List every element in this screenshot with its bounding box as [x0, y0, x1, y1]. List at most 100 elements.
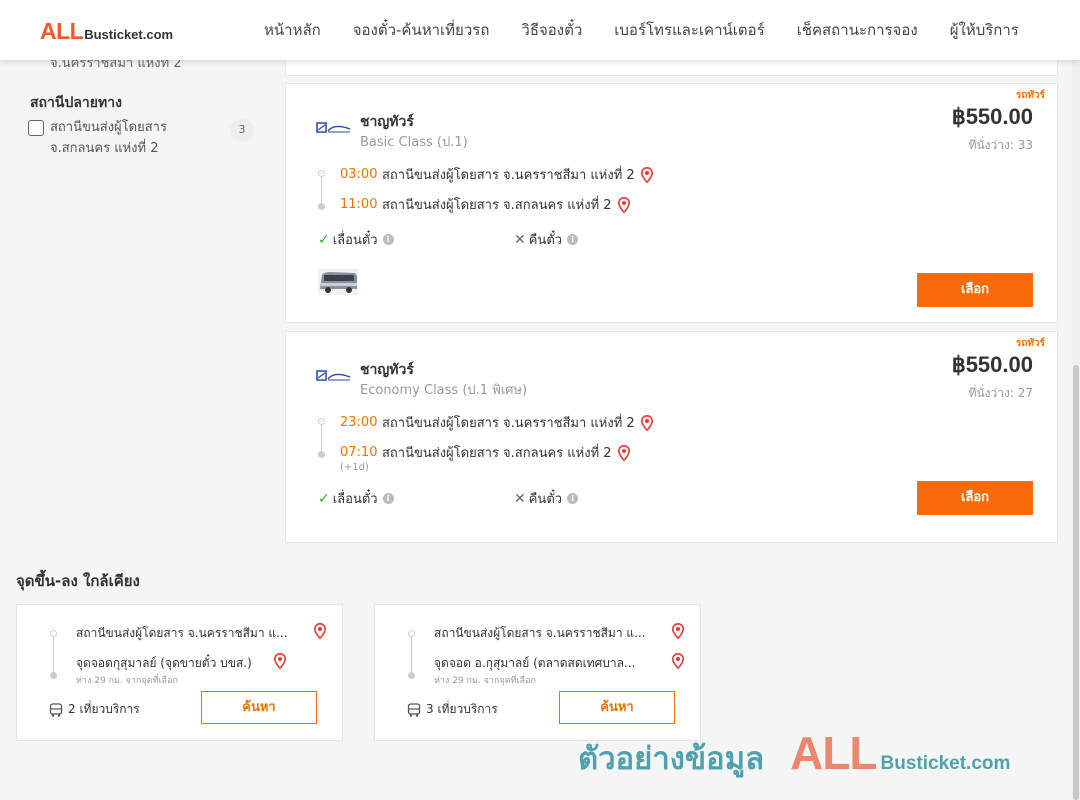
nav-home[interactable]: หน้าหลัก	[248, 18, 337, 42]
nav-how-to-book[interactable]: วิธีจองตั๋ว	[505, 18, 598, 42]
nearby-card: สถานีขนส่งผู้โดยสาร จ.นครราชสีมา แ... จุ…	[16, 604, 343, 741]
seats-available: ที่นั่งว่าง: 33	[968, 138, 1033, 152]
map-pin-icon[interactable]	[314, 623, 326, 639]
map-pin-icon[interactable]	[640, 414, 653, 431]
nearby-from-station: สถานีขนส่งผู้โดยสาร จ.นครราชสีมา แ...	[76, 626, 288, 640]
result-card: รถทัวร์ ชาญทัวร์ Basic Class (ป.1) ฿550.…	[285, 83, 1058, 323]
bus-class: Economy Class (ป.1 พิเศษ)	[360, 383, 528, 398]
postpone-policy: ✓ เลื่อนตั๋ว i	[318, 488, 394, 509]
site-logo[interactable]: ALL Busticket.com	[40, 18, 173, 45]
timeline-start-dot	[318, 418, 325, 425]
info-icon[interactable]: i	[567, 234, 579, 245]
map-pin-icon[interactable]	[672, 653, 684, 669]
operator-logo-icon	[316, 370, 351, 381]
logo-all: ALL	[40, 18, 84, 44]
filter-checkbox[interactable]	[28, 120, 44, 136]
arrival-station: สถานีขนส่งผู้โดยสาร จ.สกลนคร แห่งที่ 2	[382, 446, 612, 461]
refund-label: คืนตั๋ว	[528, 233, 563, 248]
timeline-start-dot	[318, 170, 325, 177]
info-icon[interactable]: i	[382, 234, 394, 245]
map-pin-icon[interactable]	[640, 166, 653, 183]
nearby-search-button[interactable]: ค้นหา	[559, 691, 675, 724]
route-timeline	[50, 630, 57, 679]
timeline-line	[321, 177, 322, 204]
refund-policy: ✕ คืนตั๋ว i	[514, 229, 579, 250]
top-header: ALL Busticket.com หน้าหลัก จองตั๋ว-ค้นหา…	[0, 0, 1080, 60]
watermark-logo-rest: Busticket.com	[880, 753, 1011, 774]
seats-available: ที่นั่งว่าง: 27	[968, 386, 1033, 400]
check-icon: ✓	[318, 231, 330, 248]
next-day-note: (+1d)	[340, 462, 369, 473]
arrival-station: สถานีขนส่งผู้โดยสาร จ.สกลนคร แห่งที่ 2	[382, 198, 612, 213]
watermark-text: ตัวอย่างข้อมูล	[578, 741, 765, 777]
nav-check-booking[interactable]: เช็คสถานะการจอง	[781, 18, 934, 42]
timeline-end-dot	[318, 203, 325, 210]
filter-option-label[interactable]: สถานีขนส่งผู้โดยสาร จ.สกลนคร แห่งที่ 2	[50, 117, 220, 159]
nav-operators[interactable]: ผู้ให้บริการ	[934, 18, 1035, 42]
map-pin-icon[interactable]	[672, 623, 684, 639]
refund-policy: ✕ คืนตั๋ว i	[514, 488, 579, 509]
ticket-price: ฿550.00	[951, 352, 1033, 377]
departure-time: 03:00	[340, 167, 378, 182]
route-timeline	[408, 630, 415, 679]
timeline-end-dot	[408, 672, 415, 679]
timeline-start-dot	[50, 630, 57, 637]
departure-station: สถานีขนส่งผู้โดยสาร จ.นครราชสีมา แห่งที่…	[382, 416, 635, 431]
arrival-stop: 11:00 สถานีขนส่งผู้โดยสาร จ.สกลนคร แห่งท…	[340, 194, 630, 215]
timeline-line	[411, 637, 412, 673]
cross-icon: ✕	[514, 490, 526, 507]
select-trip-button[interactable]: เลือก	[917, 273, 1033, 307]
timeline-line	[321, 425, 322, 452]
nearby-search-button[interactable]: ค้นหา	[201, 691, 317, 724]
map-pin-icon[interactable]	[617, 196, 630, 213]
map-pin-icon[interactable]	[274, 653, 286, 669]
timeline-start-dot	[408, 630, 415, 637]
info-icon[interactable]: i	[567, 493, 579, 504]
operator-name: ชาญทัวร์	[360, 362, 414, 378]
bus-icon	[49, 702, 63, 717]
timeline-line	[53, 637, 54, 673]
timeline-end-dot	[50, 672, 57, 679]
select-trip-button[interactable]: เลือก	[917, 481, 1033, 515]
page-scrollbar[interactable]	[1072, 60, 1080, 800]
bus-icon	[407, 702, 421, 717]
refund-label: คืนตั๋ว	[528, 492, 563, 507]
nearby-trips-label: 3 เที่ยวบริการ	[426, 702, 498, 716]
info-icon[interactable]: i	[382, 493, 394, 504]
bus-type-badge: รถทัวร์	[1015, 338, 1045, 349]
sample-data-watermark: ตัวอย่างข้อมูล ALL Busticket.com	[578, 726, 1010, 783]
nearby-distance: ห่าง 29 กม. จากจุดที่เลือก	[76, 676, 178, 686]
route-timeline	[318, 170, 325, 210]
destination-filter-option[interactable]: สถานีขนส่งผู้โดยสาร จ.สกลนคร แห่งที่ 2 3	[28, 119, 258, 159]
postpone-label: เลื่อนตั๋ว	[332, 492, 378, 507]
nav-book-search[interactable]: จองตั๋ว-ค้นหาเที่ยวรถ	[337, 18, 506, 42]
operator-logo-icon	[316, 122, 351, 133]
nearby-to-station: จุดจอดกุสุมาลย์ (จุดขายตั๋ว บขส.)	[76, 656, 252, 670]
logo-rest: Busticket.com	[84, 27, 174, 42]
postpone-policy: ✓ เลื่อนตั๋ว i	[318, 229, 394, 250]
scrollbar-thumb[interactable]	[1073, 365, 1079, 800]
nearby-to-station: จุดจอด อ.กุสุมาลย์ (ตลาดสดเทศบาล...	[434, 656, 636, 670]
postpone-label: เลื่อนตั๋ว	[332, 233, 378, 248]
ticket-price: ฿550.00	[951, 104, 1033, 129]
bus-type-badge: รถทัวร์	[1015, 90, 1045, 101]
nearby-trips-label: 2 เที่ยวบริการ	[68, 702, 140, 716]
timeline-end-dot	[318, 451, 325, 458]
arrival-time: 07:10	[340, 445, 378, 460]
route-timeline	[318, 418, 325, 458]
cross-icon: ✕	[514, 231, 526, 248]
operator-name: ชาญทัวร์	[360, 114, 414, 130]
nearby-section-title: จุดขึ้น-ลง ใกล้เคียง	[16, 572, 140, 590]
nearby-distance: ห่าง 29 กม. จากจุดที่เลือก	[434, 676, 536, 686]
arrival-stop: 07:10 สถานีขนส่งผู้โดยสาร จ.สกลนคร แห่งท…	[340, 442, 630, 463]
nav-contact-counters[interactable]: เบอร์โทรและเคาน์เตอร์	[598, 18, 780, 42]
check-icon: ✓	[318, 490, 330, 507]
destination-filter-title: สถานีปลายทาง	[30, 95, 122, 111]
bus-photo-thumbnail[interactable]	[318, 269, 358, 295]
departure-stop: 03:00 สถานีขนส่งผู้โดยสาร จ.นครราชสีมา แ…	[340, 164, 653, 185]
map-pin-icon[interactable]	[617, 444, 630, 461]
departure-station: สถานีขนส่งผู้โดยสาร จ.นครราชสีมา แห่งที่…	[382, 168, 635, 183]
main-nav: หน้าหลัก จองตั๋ว-ค้นหาเที่ยวรถ วิธีจองตั…	[248, 0, 1035, 60]
filter-count-badge: 3	[230, 119, 254, 141]
nearby-from-station: สถานีขนส่งผู้โดยสาร จ.นครราชสีมา แ...	[434, 626, 646, 640]
